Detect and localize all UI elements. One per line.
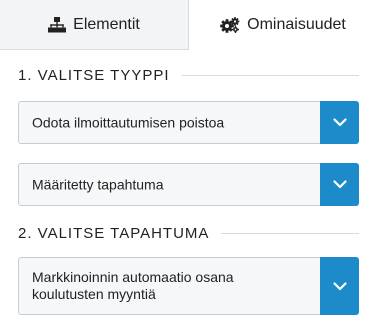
event-select-toggle[interactable] xyxy=(320,257,359,315)
event-select-value: Markkinoinnin automaatio osana koulutust… xyxy=(32,269,234,302)
tab-elements-label: Elementit xyxy=(73,15,140,33)
section-select-event: 2. VALITSE TAPAHTUMA xyxy=(18,223,359,243)
gears-icon xyxy=(220,17,240,33)
section-title: 2. VALITSE TAPAHTUMA xyxy=(18,224,210,242)
chevron-down-icon xyxy=(332,281,347,290)
event-kind-select-toggle[interactable] xyxy=(320,163,359,206)
tab-properties[interactable]: Ominaisuudet xyxy=(189,0,377,50)
divider xyxy=(221,232,359,234)
sitemap-icon xyxy=(48,16,67,33)
type-select-value: Odota ilmoittautumisen poistoa xyxy=(32,114,225,130)
chevron-down-icon xyxy=(332,180,347,189)
tab-bar: Elementit Ominaisuudet xyxy=(0,0,377,50)
chevron-down-icon xyxy=(332,118,347,127)
divider xyxy=(181,74,359,76)
tab-properties-label: Ominaisuudet xyxy=(247,16,346,33)
section-select-type: 1. VALITSE TYYPPI xyxy=(18,65,359,85)
event-kind-select[interactable]: Määritetty tapahtuma xyxy=(18,163,359,206)
event-kind-select-value: Määritetty tapahtuma xyxy=(32,176,164,192)
type-select-toggle[interactable] xyxy=(320,101,359,144)
type-select[interactable]: Odota ilmoittautumisen poistoa xyxy=(18,101,359,144)
tab-elements[interactable]: Elementit xyxy=(0,0,189,50)
event-select[interactable]: Markkinoinnin automaatio osana koulutust… xyxy=(18,257,359,315)
section-title: 1. VALITSE TYYPPI xyxy=(18,66,170,84)
